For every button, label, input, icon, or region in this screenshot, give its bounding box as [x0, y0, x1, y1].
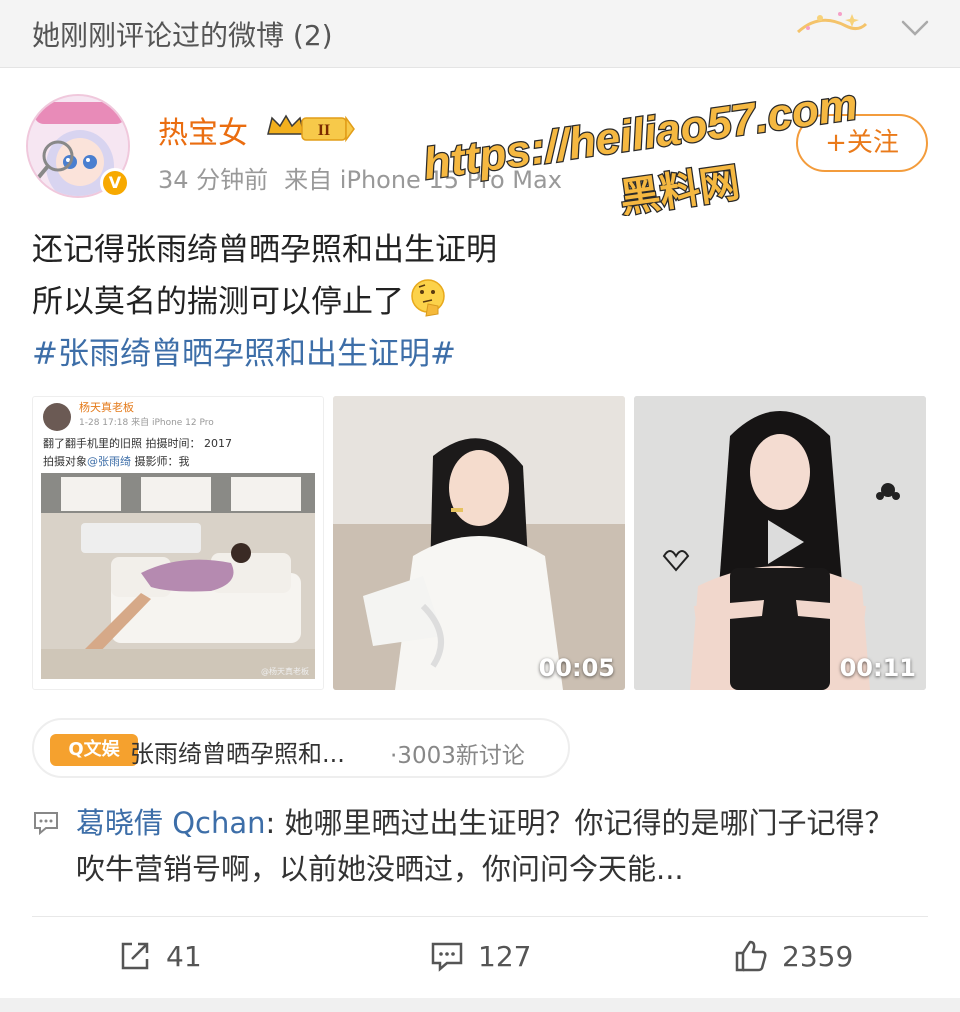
comment-icon	[431, 942, 463, 972]
thinking-face-emoji-icon	[411, 279, 445, 317]
media-image-screenshot[interactable]: 杨天真老板 1-28 17:18 来自 iPhone 12 Pro 翻了翻手机里…	[32, 396, 324, 690]
video-thumbnail-white-outfit-icon	[333, 396, 625, 690]
level-badge-label: II	[318, 122, 330, 139]
post-meta: 34 分钟前 来自 iPhone 15 Pro Max	[158, 160, 578, 195]
bottom-separator	[0, 998, 960, 1012]
topic-discussion-count: ·3003新讨论	[390, 743, 525, 769]
comment-author[interactable]: 葛晓倩 Qchan	[76, 806, 266, 840]
screenshot-author: 杨天真老板	[79, 401, 134, 414]
repost-count: 41	[166, 939, 202, 973]
follow-button[interactable]: +关注	[796, 114, 928, 172]
video-2-duration: 00:11	[839, 654, 916, 682]
post-source: 来自 iPhone 15 Pro Max	[284, 166, 562, 194]
topic-link[interactable]: Q文娱 张雨绮曾晒孕照和... ·3003新讨论	[32, 718, 570, 778]
screenshot-text-line-1: 翻了翻手机里的旧照 拍摄时间： 2017	[43, 437, 232, 450]
repost-icon	[121, 942, 149, 970]
screenshot-avatar	[43, 403, 71, 431]
author-name[interactable]: 热宝女	[158, 108, 248, 152]
screenshot-photo: @杨天真老板	[41, 473, 315, 679]
screenshot-credit: @杨天真老板	[261, 667, 309, 676]
comment-bubble-icon	[34, 812, 58, 836]
video-1-duration: 00:05	[538, 654, 615, 682]
screenshot-meta: 1-28 17:18 来自 iPhone 12 Pro	[79, 418, 214, 428]
post-body: 还记得张雨绮曾晒孕照和出生证明 所以莫名的揣测可以停止了 #张雨绮曾晒孕照和出生…	[32, 224, 932, 380]
post-text-line-2-text: 所以莫名的揣测可以停止了	[32, 284, 404, 320]
media-video-1[interactable]: 00:05	[333, 396, 625, 690]
media-grid: 杨天真老板 1-28 17:18 来自 iPhone 12 Pro 翻了翻手机里…	[32, 396, 928, 690]
level-crown-badge-icon: II	[267, 114, 355, 143]
living-room-photo-icon	[41, 473, 315, 679]
screenshot-text-line-2: 拍摄对象@张雨绮 摄影师：我	[43, 453, 190, 469]
section-header[interactable]: 她刚刚评论过的微博 (2)	[0, 0, 960, 68]
comment-preview[interactable]: 葛晓倩 Qchan: 她哪里晒过出生证明？你记得的是哪门子记得？吹牛营销号啊，以…	[76, 800, 916, 892]
verified-badge-icon: V	[100, 168, 130, 198]
post-hashtag[interactable]: #张雨绮曾晒孕照和出生证明#	[32, 328, 932, 380]
topic-title: 张雨绮曾晒孕照和...	[130, 740, 345, 768]
screenshot-line2-prefix: 拍摄对象	[43, 455, 87, 468]
thumbs-up-icon	[735, 940, 767, 972]
divider	[32, 916, 928, 917]
comment-button[interactable]: 127	[430, 934, 531, 978]
post-text-line-2: 所以莫名的揣测可以停止了	[32, 276, 932, 328]
section-title: 她刚刚评论过的微博 (2)	[32, 19, 333, 52]
post-text-line-1: 还记得张雨绮曾晒孕照和出生证明	[32, 232, 497, 268]
like-count: 2359	[782, 939, 854, 973]
screenshot-mention: @张雨绮	[87, 455, 131, 468]
chevron-down-icon[interactable]	[900, 18, 930, 38]
sparkle-decoration-icon	[796, 12, 868, 34]
topic-category-tag: Q文娱	[50, 734, 138, 766]
post-time: 34 分钟前	[158, 166, 269, 194]
screenshot-line2-suffix: 摄影师：我	[131, 455, 190, 468]
play-button-icon[interactable]	[750, 510, 814, 574]
media-video-2[interactable]: 00:11	[634, 396, 926, 690]
repost-button[interactable]: 41	[118, 934, 202, 978]
comment-count: 127	[478, 939, 532, 973]
like-button[interactable]: 2359	[734, 934, 853, 978]
